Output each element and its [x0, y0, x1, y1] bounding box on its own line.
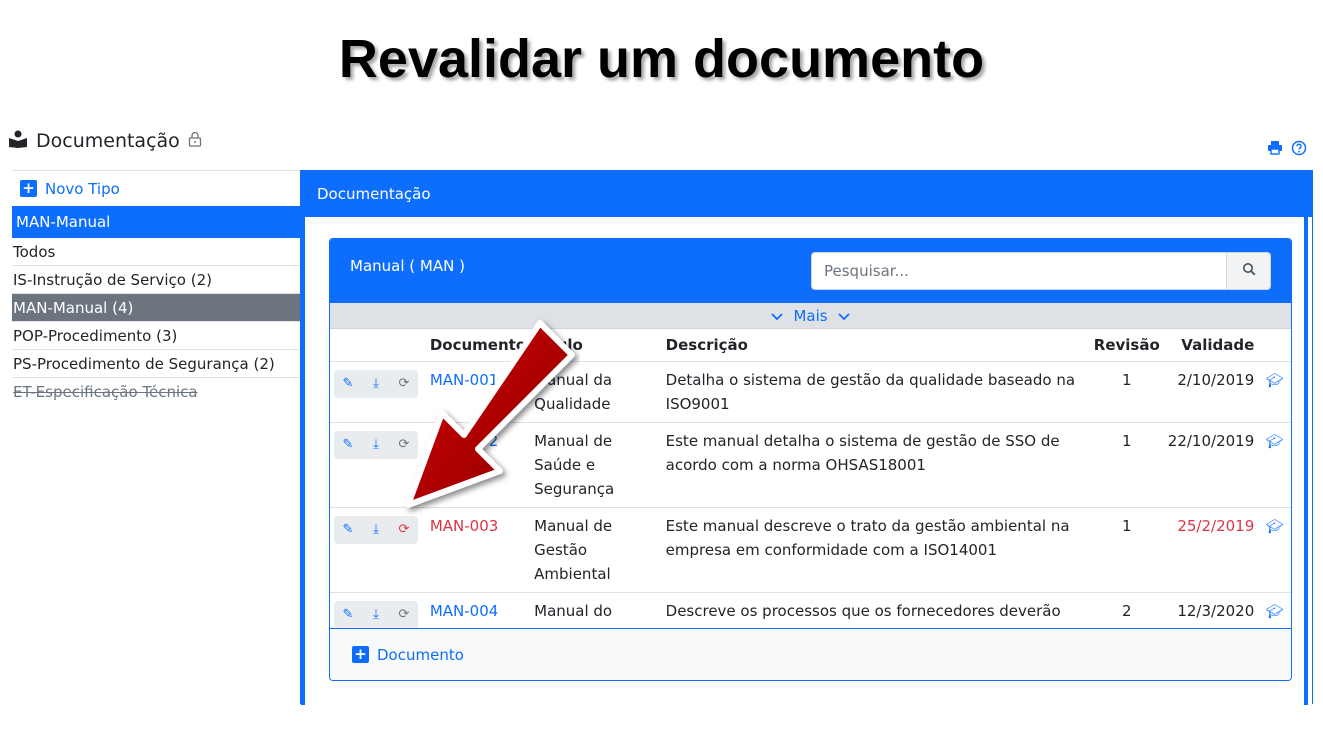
app-header: Documentação	[8, 130, 202, 152]
edit-icon[interactable]: ✎	[340, 518, 356, 542]
chevron-down-icon	[771, 307, 784, 325]
row-actions: ✎ ⤓ ⟳	[334, 515, 418, 544]
edit-icon[interactable]: ✎	[340, 603, 356, 627]
more-toggle[interactable]: Mais	[330, 303, 1291, 329]
document-revision: 1	[1089, 361, 1164, 423]
graduation-cap-icon[interactable]: 🎓︎	[1266, 519, 1284, 535]
page-title: Documentação	[36, 130, 180, 152]
download-icon[interactable]: ⤓	[368, 372, 384, 396]
search-button[interactable]	[1227, 252, 1271, 290]
graduation-cap-icon[interactable]: 🎓︎	[1266, 434, 1284, 450]
search-group	[811, 252, 1271, 290]
col-revision[interactable]: Revisão	[1089, 329, 1164, 362]
table-header-row: Documento Título Descrição Revisão Valid…	[330, 329, 1291, 362]
main-body: Manual ( MAN ) Mais	[301, 217, 1308, 705]
cap-header	[1258, 329, 1291, 362]
document-code-link[interactable]: MAN-001	[430, 371, 498, 389]
active-type-header[interactable]: MAN-Manual	[12, 206, 300, 238]
graduation-cap-icon[interactable]: 🎓︎	[1266, 604, 1284, 620]
table-row: ✎ ⤓ ⟳ MAN-002 Manual de Saúde e Seguranç…	[330, 422, 1291, 508]
documents-table: Documento Título Descrição Revisão Valid…	[330, 329, 1291, 678]
revalidate-icon[interactable]: ⟳	[396, 518, 412, 542]
sidebar-item-ps[interactable]: PS-Procedimento de Segurança (2)	[12, 350, 300, 378]
sidebar-item-pop[interactable]: POP-Procedimento (3)	[12, 322, 300, 350]
print-icon[interactable]	[1267, 140, 1283, 160]
header-actions	[1267, 140, 1307, 160]
search-icon	[1242, 262, 1256, 280]
sidebar-item-todos[interactable]: Todos	[12, 238, 300, 266]
search-input[interactable]	[811, 252, 1227, 290]
sidebar-item-et[interactable]: ET-Especificação Técnica	[12, 378, 300, 406]
main-panel-title: Documentação	[301, 171, 1312, 217]
row-actions: ✎ ⤓ ⟳	[334, 369, 418, 398]
sidebar: + Novo Tipo MAN-Manual Todos IS-Instruçã…	[12, 170, 300, 406]
document-title: Manual de Gestão Ambiental	[530, 507, 662, 593]
document-code-link[interactable]: MAN-003	[430, 517, 498, 535]
col-title[interactable]: Título	[530, 329, 662, 362]
document-title: Manual da Qualidade	[530, 361, 662, 423]
col-document[interactable]: Documento	[425, 329, 531, 362]
more-label: Mais	[793, 306, 828, 325]
book-reader-icon	[8, 130, 28, 152]
plus-icon: +	[20, 180, 37, 197]
document-revision: 1	[1089, 507, 1164, 593]
table-row: ✎ ⤓ ⟳ MAN-001 Manual da Qualidade Detalh…	[330, 361, 1291, 423]
table-row: ✎ ⤓ ⟳ MAN-003 Manual de Gestão Ambiental…	[330, 507, 1291, 593]
revalidate-icon[interactable]: ⟳	[396, 433, 412, 457]
new-type-button[interactable]: + Novo Tipo	[12, 170, 300, 206]
edit-icon[interactable]: ✎	[340, 433, 356, 457]
document-code-link[interactable]: MAN-002	[430, 432, 498, 450]
graduation-cap-icon[interactable]: 🎓︎	[1266, 373, 1284, 389]
edit-icon[interactable]: ✎	[340, 372, 356, 396]
col-description[interactable]: Descrição	[661, 329, 1090, 362]
document-validity: 22/10/2019	[1163, 422, 1259, 508]
lock-icon	[188, 131, 202, 151]
sidebar-item-man[interactable]: MAN-Manual (4)	[12, 294, 300, 322]
download-icon[interactable]: ⤓	[368, 518, 384, 542]
new-type-label: Novo Tipo	[45, 179, 120, 198]
document-revision: 1	[1089, 422, 1164, 508]
document-validity: 2/10/2019	[1163, 361, 1259, 423]
document-title: Manual de Saúde e Segurança	[530, 422, 662, 508]
row-actions: ✎ ⤓ ⟳	[334, 600, 418, 629]
document-validity: 25/2/2019	[1163, 507, 1259, 593]
row-actions: ✎ ⤓ ⟳	[334, 430, 418, 459]
col-validity[interactable]: Validade	[1163, 329, 1259, 362]
download-icon[interactable]: ⤓	[368, 433, 384, 457]
add-document-button[interactable]: + Documento	[330, 628, 1291, 680]
actions-header	[330, 329, 426, 362]
document-description: Detalha o sistema de gestão da qualidade…	[661, 361, 1090, 423]
document-description: Este manual descreve o trato da gestão a…	[661, 507, 1090, 593]
card-title: Manual ( MAN )	[350, 257, 465, 275]
download-icon[interactable]: ⤓	[368, 603, 384, 627]
document-card: Manual ( MAN ) Mais	[329, 238, 1292, 681]
sidebar-item-is[interactable]: IS-Instrução de Serviço (2)	[12, 266, 300, 294]
revalidate-icon[interactable]: ⟳	[396, 372, 412, 396]
document-code-link[interactable]: MAN-004	[430, 602, 498, 620]
document-description: Este manual detalha o sistema de gestão …	[661, 422, 1090, 508]
main-panel: Documentação Manual ( MAN ) Mais	[300, 170, 1313, 705]
card-header: Manual ( MAN )	[330, 239, 1291, 303]
slide-title: Revalidar um documento	[338, 29, 985, 89]
revalidate-icon[interactable]: ⟳	[396, 603, 412, 627]
add-document-label: Documento	[377, 645, 464, 664]
plus-icon: +	[352, 646, 369, 663]
chevron-down-icon	[837, 307, 850, 325]
help-icon[interactable]	[1291, 140, 1307, 160]
